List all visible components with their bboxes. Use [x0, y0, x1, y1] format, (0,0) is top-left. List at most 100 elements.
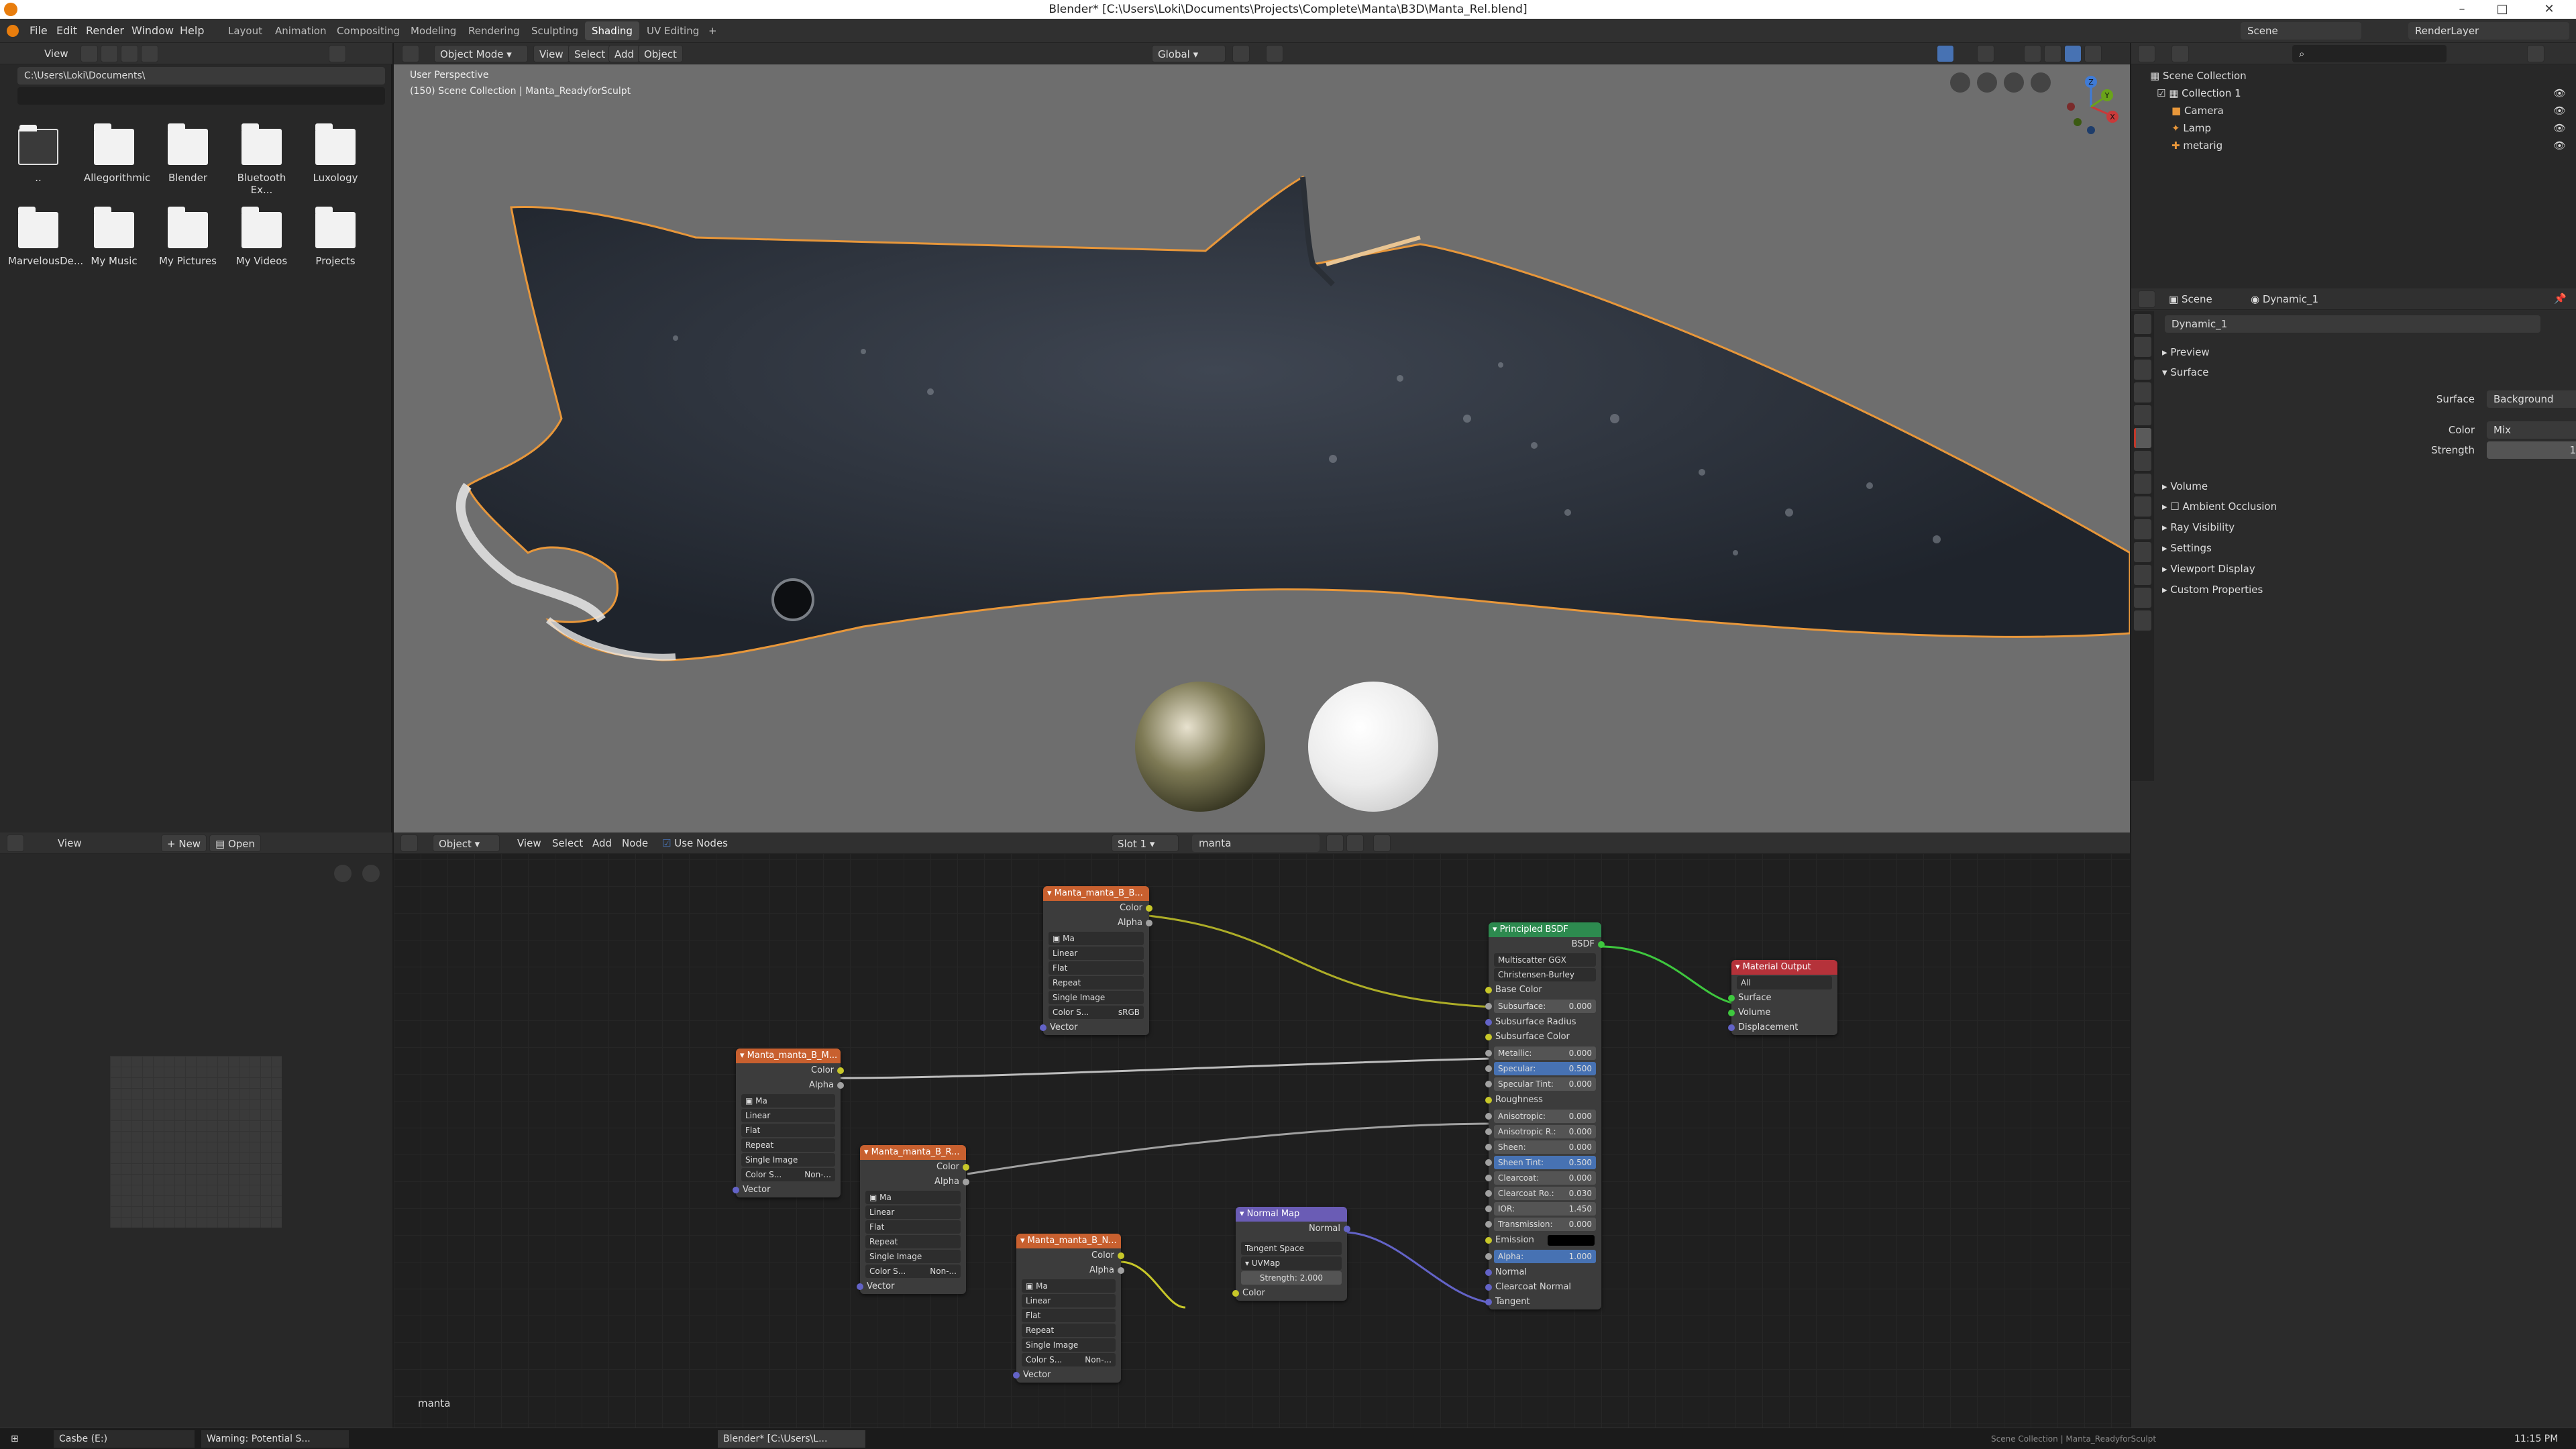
bsdf-input-row[interactable]: Alpha: 1.000 [1485, 1250, 1596, 1263]
outliner-row-lamp[interactable]: ✦ Lamp 👁 [2171, 119, 2573, 137]
extension-dropdown[interactable]: Repeat [741, 1138, 835, 1152]
input-socket[interactable] [1485, 1019, 1492, 1026]
image-view-menu[interactable]: View [54, 835, 86, 852]
input-socket[interactable] [1485, 1284, 1492, 1291]
image-texture-node-normal[interactable]: ▾ Manta_manta_B_N... Color Alpha ▣ Ma Li… [1013, 1234, 1124, 1383]
surface-shader-field[interactable]: Background [2487, 390, 2576, 408]
bsdf-input-row[interactable]: Sheen Tint: 0.500 [1485, 1156, 1596, 1169]
input-socket[interactable] [1485, 1003, 1492, 1010]
folder-item[interactable]: My Videos [231, 207, 292, 267]
new-image-button[interactable]: + New [161, 835, 207, 852]
input-socket[interactable] [1485, 1159, 1492, 1166]
outliner-row-camera[interactable]: ■ Camera 👁 [2171, 102, 2573, 119]
tab-modeling[interactable]: Modeling [404, 21, 463, 40]
menu-edit[interactable]: Edit [56, 19, 77, 43]
interpolation-dropdown[interactable]: Linear [1022, 1294, 1116, 1307]
tab-layout[interactable]: Layout [221, 21, 269, 40]
vector-socket[interactable] [733, 1187, 739, 1193]
zoom-icon[interactable] [2031, 72, 2051, 93]
alpha-socket[interactable] [963, 1179, 969, 1185]
panel-preview[interactable]: ▸ Preview [2162, 342, 2210, 362]
bsdf-input-row[interactable]: Clearcoat Normal [1485, 1280, 1601, 1295]
hand-pan-icon[interactable] [2004, 72, 2024, 93]
eye-icon[interactable]: 👁 [2553, 85, 2566, 102]
empty-image-canvas[interactable] [110, 1056, 282, 1228]
emission-color-swatch[interactable] [1548, 1235, 1595, 1246]
node-header[interactable]: ▾ Manta_manta_B_R... [860, 1145, 966, 1160]
input-socket[interactable] [1485, 987, 1492, 994]
distribution-dropdown[interactable]: Multiscatter GGX [1494, 953, 1596, 967]
input-socket[interactable] [1485, 1237, 1492, 1244]
source-dropdown[interactable]: Single Image [865, 1250, 961, 1263]
bsdf-input-row[interactable]: Normal [1485, 1265, 1601, 1280]
image-texture-node-base-color[interactable]: ▾ Manta_manta_B_B... Color Alpha ▣ Ma Li… [1040, 886, 1152, 1035]
extension-dropdown[interactable]: Repeat [865, 1235, 961, 1248]
alpha-socket[interactable] [1118, 1267, 1124, 1274]
panel-surface[interactable]: ▾ Surface [2162, 362, 2208, 382]
camera-view-icon[interactable] [1950, 72, 1970, 93]
image-selector[interactable]: ▣ Ma [1049, 932, 1144, 945]
output-tab-icon[interactable] [2134, 360, 2151, 380]
tool-tab-icon[interactable] [2134, 314, 2151, 334]
taskbar-item-blender[interactable]: Blender* [C:\Users\L... [718, 1430, 865, 1448]
maximize-button[interactable]: □ [2482, 0, 2522, 19]
node-header[interactable]: ▾ Normal Map [1236, 1207, 1347, 1222]
breadcrumb-world[interactable]: ◉ Dynamic_1 [2247, 290, 2322, 308]
filter-icon[interactable] [2527, 45, 2544, 62]
bsdf-input-row[interactable]: Clearcoat: 0.000 [1485, 1171, 1596, 1185]
input-socket[interactable] [1485, 1221, 1492, 1228]
bsdf-input-row[interactable]: Base Color [1485, 983, 1601, 998]
bsdf-input-row[interactable]: Anisotropic R.: 0.000 [1485, 1125, 1596, 1138]
close-button[interactable]: ✕ [2529, 0, 2569, 19]
projection-dropdown[interactable]: Flat [741, 1124, 835, 1137]
checkbox-icon[interactable]: ☑ [2157, 87, 2169, 99]
forward-icon[interactable] [101, 45, 118, 62]
manta-ray-model[interactable] [394, 43, 2130, 833]
strength-field[interactable]: 1.000 [2487, 441, 2576, 459]
colorspace-dropdown[interactable]: Color S... Non-... [865, 1265, 961, 1278]
bsdf-input-row[interactable]: IOR: 1.450 [1485, 1202, 1596, 1216]
panel-volume[interactable]: ▸ Volume [2162, 476, 2208, 496]
outliner-row-metarig[interactable]: ✚ metarig 👁 [2171, 137, 2573, 154]
tab-compositing[interactable]: Compositing [330, 21, 407, 40]
uvmap-field[interactable]: ▾ UVMap [1241, 1256, 1342, 1270]
world-datablock-field[interactable]: Dynamic_1 [2165, 315, 2540, 333]
input-socket[interactable] [1485, 1081, 1492, 1087]
color-socket[interactable] [963, 1164, 969, 1171]
texture-tab-icon[interactable] [2134, 610, 2151, 631]
space-dropdown[interactable]: Tangent Space [1241, 1242, 1342, 1255]
input-socket[interactable] [1485, 1190, 1492, 1197]
interpolation-dropdown[interactable]: Linear [865, 1205, 961, 1219]
refresh-icon[interactable] [141, 45, 158, 62]
input-socket[interactable] [1485, 1128, 1492, 1135]
input-socket[interactable] [1485, 1205, 1492, 1212]
bsdf-input-row[interactable]: Transmission: 0.000 [1485, 1218, 1596, 1231]
tab-sculpting[interactable]: Sculpting [525, 21, 585, 40]
menu-file[interactable]: File [30, 19, 48, 43]
projection-dropdown[interactable]: Flat [1049, 961, 1144, 975]
menu-help[interactable]: Help [180, 19, 204, 43]
folder-item[interactable]: Allegorithmic [84, 123, 150, 184]
input-socket[interactable] [1485, 1034, 1492, 1040]
input-socket[interactable] [1485, 1175, 1492, 1181]
bsdf-input-row[interactable]: Specular: 0.500 [1485, 1062, 1596, 1075]
object-tab-icon[interactable] [2134, 451, 2151, 471]
node-header[interactable]: ▾ Material Output [1731, 960, 1837, 975]
strength-field[interactable]: Strength: 2.000 [1241, 1271, 1342, 1285]
breadcrumb-scene[interactable]: ▣ Scene [2165, 290, 2216, 308]
particles-tab-icon[interactable] [2134, 496, 2151, 517]
node-header[interactable]: ▾ Manta_manta_B_N... [1016, 1234, 1121, 1248]
bsdf-input-row[interactable]: Subsurface: 0.000 [1485, 1000, 1596, 1013]
outliner-row-collection[interactable]: ☑ ▦ Collection 1 👁 [2157, 85, 2573, 102]
color-socket[interactable] [1232, 1290, 1239, 1297]
folder-item[interactable]: Blender [158, 123, 218, 184]
physics-tab-icon[interactable] [2134, 519, 2151, 539]
filename-field[interactable] [17, 87, 385, 105]
color-socket[interactable] [1118, 1252, 1124, 1259]
target-dropdown[interactable]: All [1737, 976, 1832, 989]
3d-viewport[interactable]: Object Mode ▾ View Select Add Object Glo… [394, 43, 2130, 833]
principled-bsdf-node[interactable]: ▾ Principled BSDF BSDF Multiscatter GGX … [1485, 922, 1605, 1309]
bsdf-input-row[interactable]: Tangent [1485, 1295, 1601, 1309]
parent-dir-icon[interactable] [121, 45, 138, 62]
vector-socket[interactable] [857, 1283, 863, 1290]
